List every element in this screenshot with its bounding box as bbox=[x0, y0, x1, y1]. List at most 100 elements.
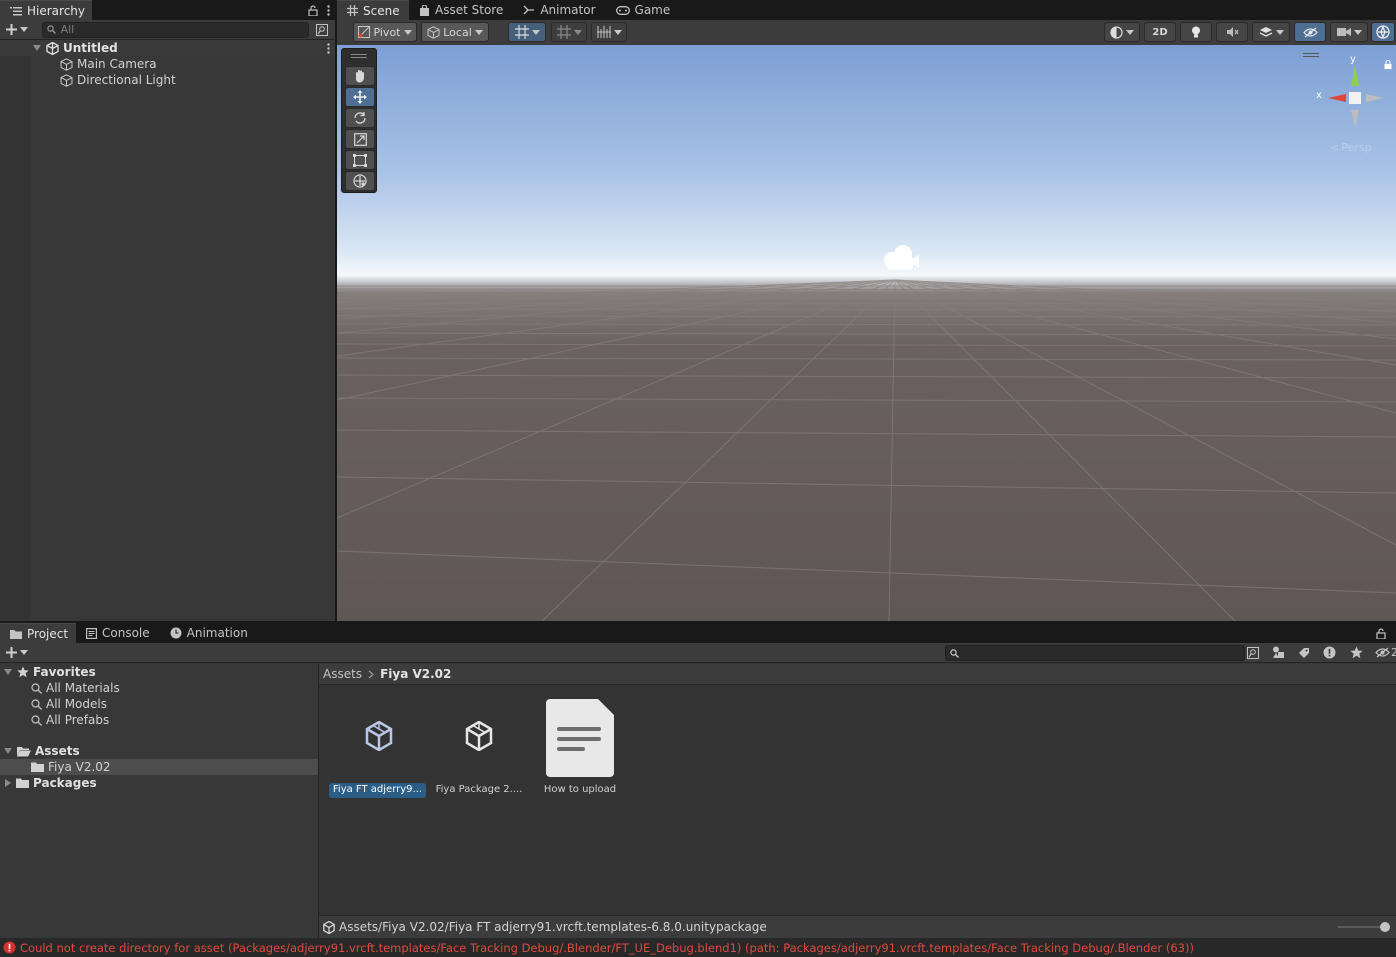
selected-path-bar: Assets/Fiya V2.02/Fiya FT adjerry91.vrcf… bbox=[319, 915, 1396, 938]
packages-label: Packages bbox=[33, 776, 97, 790]
transform-tool-button[interactable] bbox=[345, 171, 375, 191]
hierarchy-item-directional-light[interactable]: Directional Light bbox=[0, 72, 176, 88]
project-tabbar: Project Console Animation bbox=[0, 623, 1396, 643]
star-icon bbox=[17, 666, 29, 678]
asset-item-fiya-ft[interactable]: Fiya FT adjerry9... bbox=[328, 699, 428, 801]
local-label: Local bbox=[443, 25, 472, 39]
gizmos-toggle[interactable] bbox=[1371, 22, 1395, 42]
folder-icon bbox=[16, 778, 29, 788]
expand-arrow-icon[interactable] bbox=[4, 748, 12, 754]
slider-thumb[interactable] bbox=[1380, 922, 1390, 932]
console-icon bbox=[86, 627, 97, 639]
local-dropdown[interactable]: Local bbox=[421, 22, 489, 42]
tab-project[interactable]: Project bbox=[0, 623, 76, 643]
search-by-type-icon[interactable] bbox=[313, 23, 331, 36]
pivot-dropdown[interactable]: Pivot bbox=[353, 22, 417, 42]
asset-item-fiya-package[interactable]: Fiya Package 2.... bbox=[429, 699, 529, 801]
tree-item-favorites[interactable]: Favorites bbox=[0, 664, 96, 680]
status-bar[interactable]: Could not create directory for asset (Pa… bbox=[0, 938, 1396, 957]
project-add-icon[interactable] bbox=[6, 647, 28, 658]
tree-item-fiya-folder[interactable]: Fiya V2.02 bbox=[0, 759, 318, 775]
scene-row-untitled[interactable]: Untitled bbox=[0, 40, 335, 56]
lighting-toggle[interactable] bbox=[1180, 22, 1212, 42]
hierarchy-item-main-camera[interactable]: Main Camera bbox=[0, 56, 157, 72]
tab-scene[interactable]: Scene bbox=[337, 0, 409, 20]
rotate-tool-button[interactable] bbox=[345, 108, 375, 128]
scene-tabbar: Scene Asset Store Animator Game bbox=[337, 0, 1396, 20]
folder-icon bbox=[10, 629, 22, 639]
project-lock-icon[interactable] bbox=[1366, 623, 1396, 643]
lock-icon[interactable] bbox=[305, 0, 321, 20]
camera-settings-dropdown[interactable] bbox=[1330, 22, 1368, 42]
scene-camera-gizmo-icon[interactable] bbox=[879, 243, 923, 273]
horizontal-splitter[interactable] bbox=[0, 621, 1396, 623]
projection-toggle[interactable]: < Persp bbox=[1330, 141, 1371, 154]
rect-tool-button[interactable] bbox=[345, 150, 375, 170]
axis-gizmo[interactable] bbox=[1312, 56, 1392, 136]
filter-by-log-type-icon[interactable] bbox=[1323, 646, 1336, 659]
add-icon[interactable] bbox=[4, 24, 30, 35]
hierarchy-search-input[interactable]: All bbox=[41, 21, 310, 38]
search-by-type-icon[interactable] bbox=[1247, 647, 1259, 659]
rotate-icon bbox=[353, 111, 367, 125]
scale-tool-button[interactable] bbox=[345, 129, 375, 149]
hidden-packages-eye-icon[interactable]: 2 bbox=[1375, 646, 1396, 659]
animation-clock-icon bbox=[170, 627, 182, 639]
expand-arrow-icon[interactable] bbox=[4, 669, 12, 675]
filter-by-label-icon[interactable] bbox=[1298, 647, 1310, 659]
icon-size-slider[interactable] bbox=[1338, 922, 1390, 932]
filter-by-type-icon[interactable] bbox=[1272, 646, 1285, 659]
tools-overlay bbox=[341, 48, 377, 193]
project-search-input[interactable] bbox=[945, 645, 1245, 661]
hand-tool-button[interactable] bbox=[345, 66, 375, 86]
hand-icon bbox=[353, 69, 367, 83]
breadcrumb-assets[interactable]: Assets bbox=[323, 667, 362, 681]
draw-mode-dropdown[interactable] bbox=[1104, 22, 1140, 42]
effects-dropdown[interactable] bbox=[1252, 22, 1290, 42]
more-options-icon[interactable] bbox=[321, 0, 335, 20]
expand-arrow-icon[interactable] bbox=[33, 45, 41, 51]
scene-options-icon[interactable] bbox=[321, 42, 335, 54]
mode-2d-toggle[interactable]: 2D bbox=[1144, 22, 1176, 42]
transform-all-icon bbox=[353, 174, 367, 188]
local-cube-icon bbox=[427, 25, 440, 39]
tab-asset-store-label: Asset Store bbox=[435, 3, 504, 17]
video-camera-icon bbox=[1336, 27, 1351, 37]
persp-arrow-icon: < bbox=[1330, 141, 1340, 154]
text-document-icon bbox=[546, 699, 614, 777]
orientation-gizmo[interactable]: y x < Persp bbox=[1303, 48, 1392, 158]
tree-item-assets[interactable]: Assets bbox=[0, 743, 80, 759]
tree-item-all-models[interactable]: All Models bbox=[0, 696, 107, 712]
grid-snap-toggle[interactable] bbox=[508, 22, 546, 42]
tree-item-all-materials[interactable]: All Materials bbox=[0, 680, 120, 696]
scene-viewport[interactable]: y x < Persp bbox=[337, 45, 1396, 621]
project-toolbar: 2 bbox=[0, 643, 1396, 663]
effects-layers-icon bbox=[1259, 26, 1273, 38]
collapse-arrow-icon[interactable] bbox=[5, 779, 11, 787]
tab-animation[interactable]: Animation bbox=[160, 623, 258, 643]
scene-toolbar: Pivot Local 2D bbox=[337, 21, 1396, 45]
tree-item-packages[interactable]: Packages bbox=[0, 775, 97, 791]
overlay-drag-handle[interactable] bbox=[351, 54, 367, 58]
audio-toggle[interactable] bbox=[1216, 22, 1248, 42]
breadcrumb: Assets Fiya V2.02 bbox=[319, 664, 1396, 685]
tab-animation-label: Animation bbox=[186, 626, 248, 640]
hierarchy-tabbar: Hierarchy bbox=[0, 0, 335, 20]
animator-icon bbox=[523, 5, 535, 16]
tab-animator[interactable]: Animator bbox=[513, 0, 605, 20]
incremental-snap-toggle[interactable] bbox=[551, 22, 587, 42]
tab-game[interactable]: Game bbox=[606, 0, 681, 20]
hidden-objects-toggle[interactable] bbox=[1294, 22, 1326, 42]
tree-item-all-prefabs[interactable]: All Prefabs bbox=[0, 712, 109, 728]
favorite-star-icon[interactable] bbox=[1350, 646, 1363, 659]
breadcrumb-current[interactable]: Fiya V2.02 bbox=[380, 667, 451, 681]
audio-mute-icon bbox=[1226, 26, 1239, 38]
ruler-snap-toggle[interactable] bbox=[591, 22, 627, 42]
hierarchy-list-icon bbox=[10, 6, 22, 16]
tab-hierarchy[interactable]: Hierarchy bbox=[0, 0, 92, 20]
tab-console[interactable]: Console bbox=[76, 623, 160, 643]
move-tool-button[interactable] bbox=[345, 87, 375, 107]
vertical-splitter[interactable] bbox=[335, 0, 337, 621]
asset-item-how-to-upload[interactable]: How to upload bbox=[530, 699, 630, 801]
tab-asset-store[interactable]: Asset Store bbox=[409, 0, 513, 20]
